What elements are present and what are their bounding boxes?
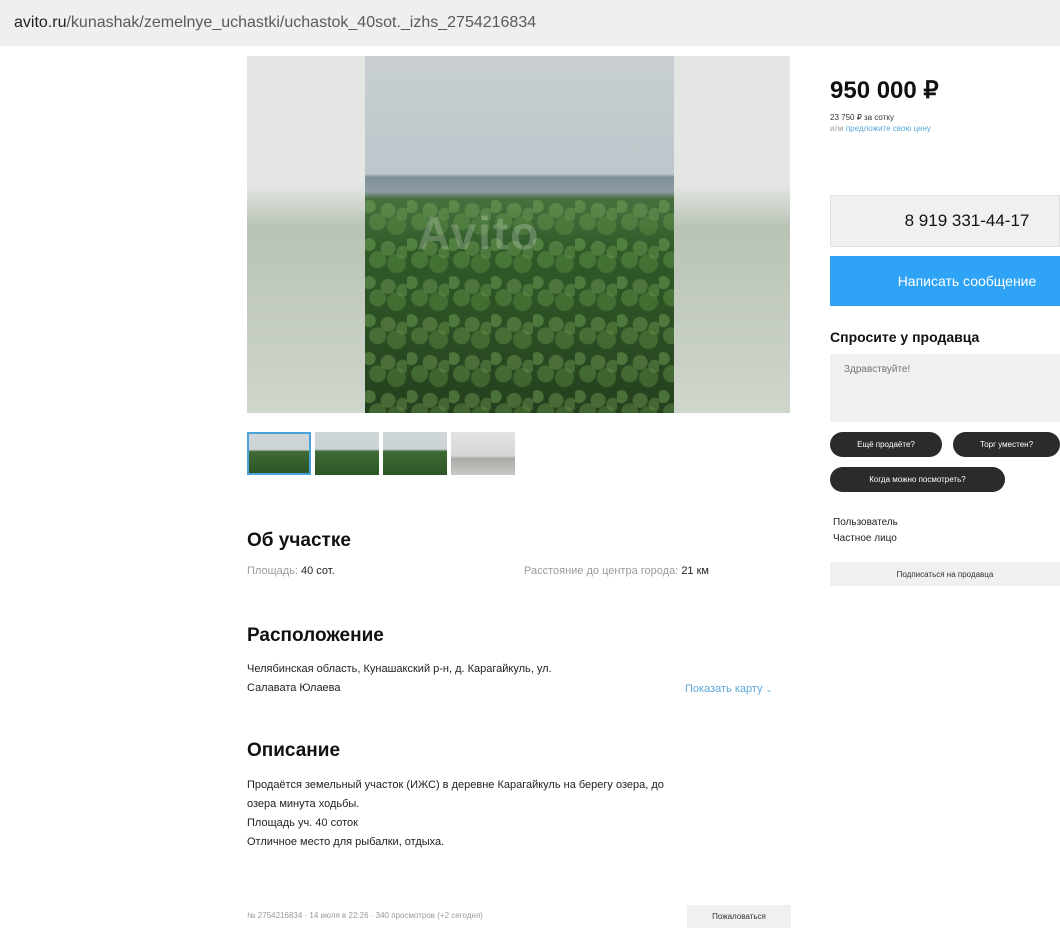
description-line-1: Продаётся земельный участок (ИЖС) в дере… (247, 779, 664, 791)
description-text: Продаётся земельный участок (ИЖС) в дере… (247, 776, 664, 852)
description-line-2: озера минута ходьбы. (247, 798, 360, 810)
ask-seller-input[interactable] (830, 354, 1060, 422)
thumbnail-2[interactable] (315, 432, 379, 475)
offer-prefix: или (830, 124, 846, 133)
about-title: Об участке (247, 530, 351, 551)
thumbnail-3[interactable] (383, 432, 447, 475)
quick-question-bargain[interactable]: Торг уместен? (953, 432, 1060, 457)
report-button[interactable]: Пожаловаться (687, 905, 791, 928)
gallery-blur-right (674, 56, 790, 413)
quick-question-still-selling[interactable]: Ещё продаёте? (830, 432, 942, 457)
about-distance: Расстояние до центра города: 21 км (524, 562, 709, 581)
offer-price: или предложите свою цену (830, 124, 931, 133)
subscribe-seller-button[interactable]: Подписаться на продавца (830, 562, 1060, 586)
chevron-down-icon: ⌄ (765, 685, 773, 694)
write-message-button[interactable]: Написать сообщение (830, 256, 1060, 306)
address: Челябинская область, Кунашакский р-н, д.… (247, 660, 552, 698)
seller-name[interactable]: Пользователь (833, 517, 898, 528)
location-title: Расположение (247, 625, 384, 646)
price: 950 000 ₽ (830, 77, 939, 104)
distance-value: 21 км (681, 565, 709, 577)
show-phone-button[interactable]: 8 919 331-44-17 (830, 195, 1060, 247)
show-map-link[interactable]: Показать карту ⌄ (685, 680, 772, 699)
gallery-blur-left (247, 56, 365, 413)
address-line-1: Челябинская область, Кунашакский р-н, д.… (247, 663, 552, 675)
distance-label: Расстояние до центра города: (524, 565, 679, 577)
thumbnail-strip (247, 432, 515, 475)
offer-price-link[interactable]: предложите свою цену (846, 124, 931, 133)
ask-seller-title: Спросите у продавца (830, 329, 980, 345)
description-line-3: Площадь уч. 40 соток (247, 817, 358, 829)
description-line-4: Отличное место для рыбалки, отдыха. (247, 836, 445, 848)
photo-gallery[interactable]: Avito (247, 56, 790, 413)
listing-meta: № 2754216834 · 14 июля в 22:26 · 340 про… (247, 911, 483, 920)
address-line-2: Салавата Юлаева (247, 682, 341, 694)
area-value: 40 сот. (301, 565, 335, 577)
thumbnail-4[interactable] (451, 432, 515, 475)
url-path: /kunashak/zemelnye_uchastki/uchastok_40s… (66, 14, 537, 31)
url-domain: avito.ru (14, 14, 67, 31)
photo-watermark: Avito (417, 207, 541, 259)
about-area: Площадь: 40 сот. (247, 562, 335, 581)
area-label: Площадь: (247, 565, 298, 577)
seller-type: Частное лицо (833, 533, 897, 544)
address-bar[interactable]: avito.ru/kunashak/zemelnye_uchastki/ucha… (0, 0, 1060, 46)
price-per-unit: 23 750 ₽ за сотку (830, 113, 894, 122)
quick-question-when-view[interactable]: Когда можно посмотреть? (830, 467, 1005, 492)
description-title: Описание (247, 740, 341, 761)
thumbnail-1[interactable] (247, 432, 311, 475)
show-map-label: Показать карту (685, 683, 763, 695)
main-photo[interactable]: Avito (365, 56, 674, 413)
